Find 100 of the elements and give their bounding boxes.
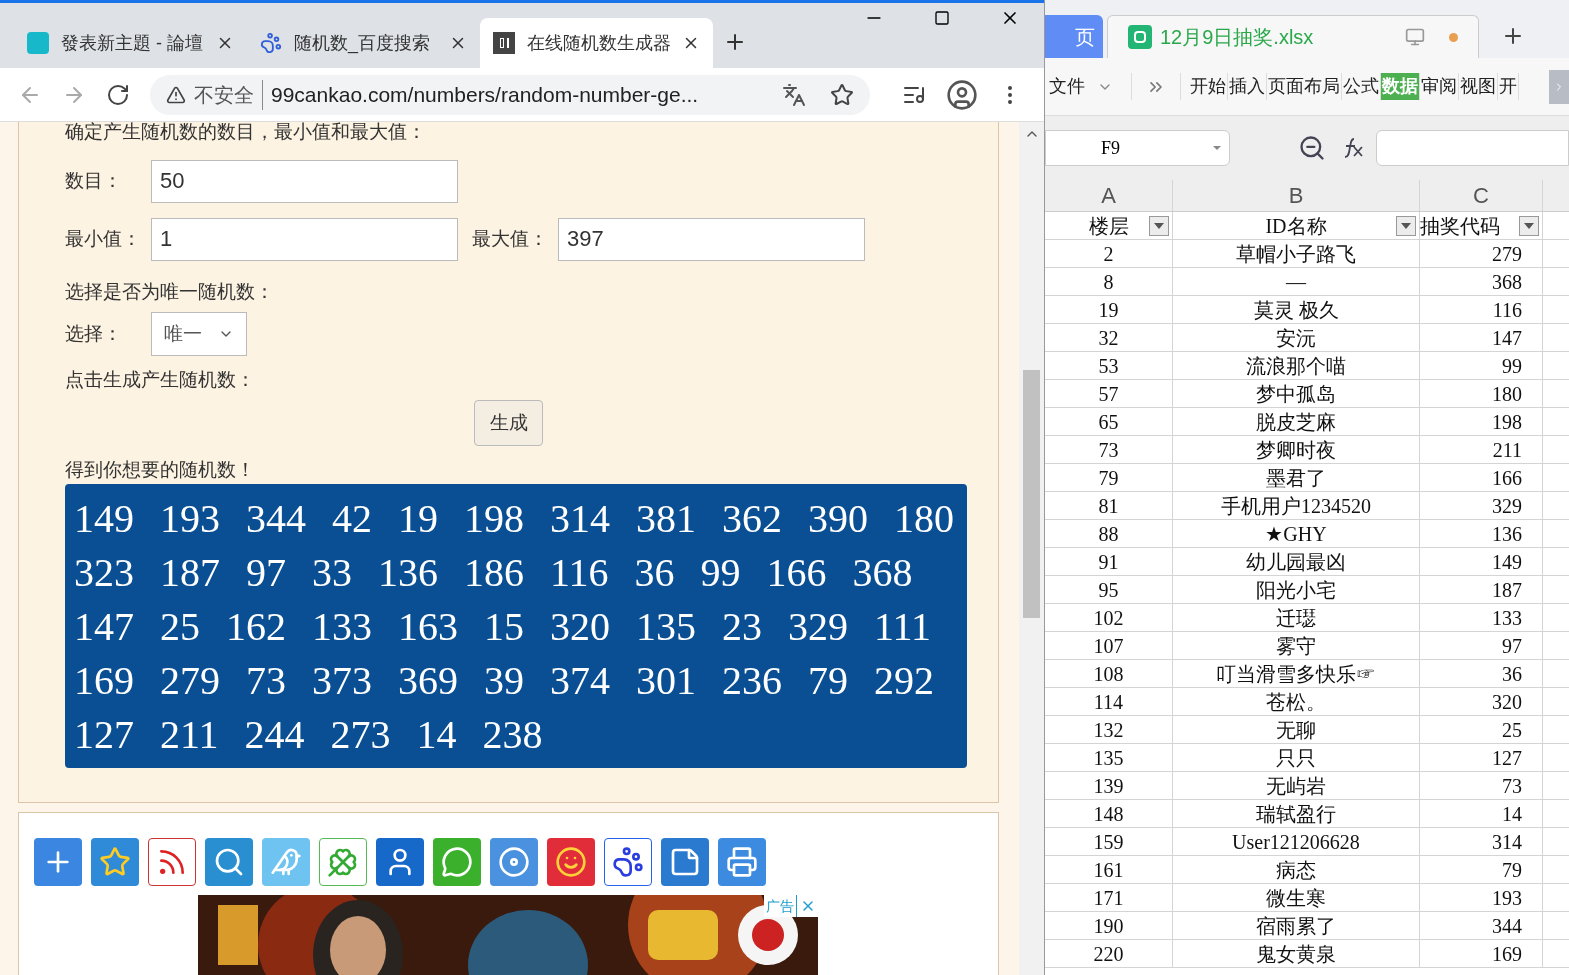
person-icon[interactable] (376, 838, 424, 886)
min-field[interactable]: 1 (151, 217, 458, 261)
app-logo-icon (27, 32, 49, 54)
browser-tab[interactable]: 随机数_百度搜索 (247, 18, 480, 68)
header-cell[interactable]: 楼层 (1045, 212, 1173, 239)
table-cell: 鬼女黄泉 (1173, 940, 1420, 967)
filter-button[interactable] (1149, 216, 1169, 236)
result-label: 得到你想要的随机数！ (65, 458, 256, 482)
bookmark-icon[interactable] (830, 82, 854, 107)
table-cell: 187 (1420, 576, 1543, 603)
random-number: 301 (636, 657, 696, 705)
smile-icon[interactable] (547, 838, 595, 886)
plus-icon[interactable] (34, 838, 82, 886)
reload-icon[interactable] (106, 82, 130, 107)
table-cell: 梦中孤岛 (1173, 380, 1420, 407)
formula-field[interactable] (1376, 130, 1569, 166)
vertical-scrollbar[interactable] (1019, 122, 1044, 975)
header-cell[interactable]: ID名称 (1173, 212, 1420, 239)
ribbon-tab[interactable]: 开 (1498, 73, 1519, 100)
tab-title: 發表新主題 - 論壇 (61, 31, 204, 55)
table-cell: 81 (1045, 492, 1173, 519)
random-number: 362 (722, 495, 782, 543)
table-cell: 114 (1045, 688, 1173, 715)
chat-icon[interactable] (433, 838, 481, 886)
table-cell: 73 (1420, 772, 1543, 799)
file-menu[interactable]: 文件 (1045, 73, 1132, 100)
ribbon-tab[interactable]: 开始 (1189, 73, 1228, 100)
rss-icon[interactable] (148, 838, 196, 886)
zoom-out-icon[interactable] (1298, 134, 1326, 162)
random-number: 36 (634, 549, 675, 597)
scrollbar-thumb[interactable] (1023, 370, 1040, 618)
random-number: 23 (722, 603, 762, 651)
table-cell: 211 (1420, 436, 1543, 463)
header-cell[interactable]: 抽奖代码 (1420, 212, 1543, 239)
column-header[interactable]: C (1420, 180, 1543, 211)
table-cell: 99 (1420, 352, 1543, 379)
min-label: 最小值： (65, 226, 142, 251)
table-cell: 雾守 (1173, 632, 1420, 659)
unique-select[interactable]: 唯一 (151, 312, 247, 356)
browser-tab[interactable]: 在线随机数生成器 (480, 18, 713, 68)
url-text: 99cankao.com/numbers/random-number-ge... (271, 81, 700, 108)
table-cell: 无聊 (1173, 716, 1420, 743)
table-cell: 65 (1045, 408, 1173, 435)
random-number: 136 (378, 549, 438, 597)
table-cell: 幼儿园最凶 (1173, 548, 1420, 575)
browser-tab[interactable]: 發表新主題 - 論壇 (14, 18, 247, 68)
paw-icon[interactable] (604, 838, 652, 886)
random-number: 116 (550, 549, 609, 597)
table-cell: 190 (1045, 912, 1173, 939)
table-cell: 病态 (1173, 856, 1420, 883)
table-cell: 344 (1420, 912, 1543, 939)
intro-text: 确定产生随机数的数目，最小值和最大值： (65, 122, 427, 144)
column-header[interactable]: B (1173, 180, 1420, 211)
random-number: 187 (160, 549, 220, 597)
filter-button[interactable] (1519, 216, 1539, 236)
random-number: 111 (874, 603, 932, 651)
random-number: 127 (74, 711, 134, 759)
ribbon-tab[interactable]: 审阅 (1420, 73, 1459, 100)
random-number: 25 (160, 603, 200, 651)
random-number: 211 (160, 711, 219, 759)
clover-icon[interactable] (319, 838, 367, 886)
table-cell: 135 (1045, 744, 1173, 771)
table-cell: 手机用户1234520 (1173, 492, 1420, 519)
table-cell: 流浪那个喵 (1173, 352, 1420, 379)
unique-prompt: 选择是否为唯一随机数： (65, 280, 275, 304)
random-number: 135 (636, 603, 696, 651)
table-cell: 微生寒 (1173, 884, 1420, 911)
count-field[interactable]: 50 (151, 159, 458, 203)
table-cell: 148 (1045, 800, 1173, 827)
filter-button[interactable] (1396, 216, 1416, 236)
ribbon-tab[interactable]: 插入 (1228, 73, 1267, 100)
table-cell: 97 (1420, 632, 1543, 659)
max-field[interactable]: 397 (558, 217, 865, 261)
warning-icon (166, 84, 186, 105)
account-icon[interactable] (946, 78, 978, 111)
random-number: 373 (312, 657, 372, 705)
name-box[interactable]: F9 (1045, 130, 1230, 166)
ribbon-tab[interactable]: 视图 (1459, 73, 1498, 100)
table-cell: 53 (1045, 352, 1173, 379)
note-icon[interactable] (661, 838, 709, 886)
table-cell: User121206628 (1173, 828, 1420, 855)
table-cell: 139 (1045, 772, 1173, 799)
column-header[interactable]: A (1045, 180, 1173, 211)
table-cell: 安沅 (1173, 324, 1420, 351)
monitor-icon[interactable] (1405, 27, 1425, 47)
table-cell: 8 (1045, 268, 1173, 295)
site-logo-icon (493, 32, 515, 54)
ribbon-tab[interactable]: 页面布局 (1267, 73, 1342, 100)
search-icon[interactable] (205, 838, 253, 886)
table-cell: 脱皮芝麻 (1173, 408, 1420, 435)
generate-prompt: 点击生成产生随机数： (65, 368, 256, 392)
translate-icon[interactable] (782, 82, 806, 107)
address-bar[interactable]: 不安全 99cankao.com/numbers/random-number-ge... (150, 74, 870, 115)
printer-icon[interactable] (718, 838, 766, 886)
table-cell: 171 (1045, 884, 1173, 911)
random-number: 42 (332, 495, 372, 543)
table-cell: 73 (1045, 436, 1173, 463)
generate-button[interactable]: 生成 (474, 400, 543, 446)
table-cell: 169 (1420, 940, 1543, 967)
table-cell: 25 (1420, 716, 1543, 743)
